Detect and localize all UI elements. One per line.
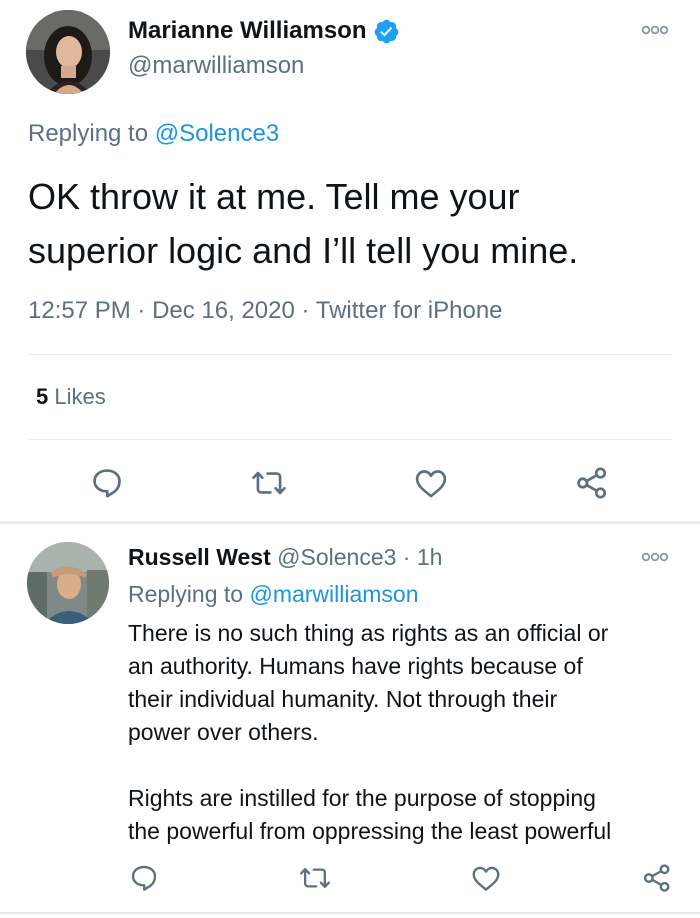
like-button[interactable] <box>409 461 453 505</box>
reply-button[interactable] <box>122 856 166 900</box>
tweet-date[interactable]: Dec 16, 2020 <box>152 297 295 324</box>
more-options-icon[interactable] <box>636 549 676 569</box>
meta-separator: · <box>137 297 146 324</box>
tweet-source[interactable]: Twitter for iPhone <box>316 297 503 324</box>
replying-handle-link[interactable]: @marwilliamson <box>249 581 418 607</box>
avatar-photo <box>27 542 109 624</box>
reply-text-line: the powerful from oppressing the least p… <box>128 818 612 844</box>
more-options-icon[interactable] <box>636 22 676 42</box>
tweet-time[interactable]: 12:57 PM <box>28 297 131 324</box>
like-icon <box>415 470 447 498</box>
replying-to: Replying to @Solence3 <box>28 120 279 148</box>
reply-author-name[interactable]: Russell West <box>128 544 271 570</box>
replying-prefix: Replying to <box>28 120 149 147</box>
likes-stat[interactable]: 5 Likes <box>36 384 106 410</box>
tweet-text: OK throw it at me. Tell me your superior… <box>28 170 578 278</box>
reply-button[interactable] <box>85 461 129 505</box>
reply-text-line: Rights are instilled for the purpose of … <box>128 785 596 811</box>
share-button[interactable] <box>570 461 614 505</box>
bottom-divider <box>0 912 700 914</box>
retweet-icon <box>252 471 286 495</box>
author-avatar[interactable] <box>26 10 110 94</box>
reply-text: There is no such thing as rights as an o… <box>128 617 611 848</box>
reply-text-line: an authority. Humans have rights because… <box>128 653 583 679</box>
verified-badge-icon <box>373 18 400 45</box>
reply-icon <box>93 469 121 498</box>
reply-icon <box>131 865 157 891</box>
section-separator <box>0 521 700 524</box>
share-button[interactable] <box>635 856 679 900</box>
like-button[interactable] <box>464 856 508 900</box>
reply-author-avatar[interactable] <box>27 542 109 624</box>
meta-separator: · <box>402 544 411 570</box>
replying-prefix: Replying to <box>128 581 244 607</box>
share-icon <box>577 467 607 499</box>
divider <box>28 439 672 440</box>
likes-label: Likes <box>54 384 106 409</box>
reply-text-line: There is no such thing as rights as an o… <box>128 620 609 646</box>
divider <box>28 354 672 355</box>
tweet-text-line: OK throw it at me. Tell me your <box>28 176 520 217</box>
author-name[interactable]: Marianne Williamson <box>128 17 367 45</box>
reply-text-line: power over others. <box>128 719 319 745</box>
avatar-photo <box>26 10 110 94</box>
share-icon <box>643 864 670 892</box>
like-icon <box>472 866 500 891</box>
meta-separator: · <box>301 297 310 324</box>
replying-handle-link[interactable]: @Solence3 <box>155 120 279 147</box>
reply-age[interactable]: 1h <box>417 544 443 570</box>
author-handle[interactable]: @marwilliamson <box>128 52 304 80</box>
reply-author-handle[interactable]: @Solence3 <box>277 544 396 570</box>
tweet-meta: 12:57 PM · Dec 16, 2020 · Twitter for iP… <box>28 297 503 325</box>
likes-count: 5 <box>36 384 49 409</box>
retweet-button[interactable] <box>293 856 337 900</box>
reply-text-blank <box>128 749 611 782</box>
reply-header: Russell West @Solence3 · 1h <box>128 544 442 571</box>
reply-text-line: their individual humanity. Not through t… <box>128 686 558 712</box>
retweet-button[interactable] <box>247 461 291 505</box>
retweet-icon <box>300 867 330 889</box>
tweet-text-line: superior logic and I’ll tell you mine. <box>28 230 579 271</box>
reply-replying-to: Replying to @marwilliamson <box>128 581 419 608</box>
